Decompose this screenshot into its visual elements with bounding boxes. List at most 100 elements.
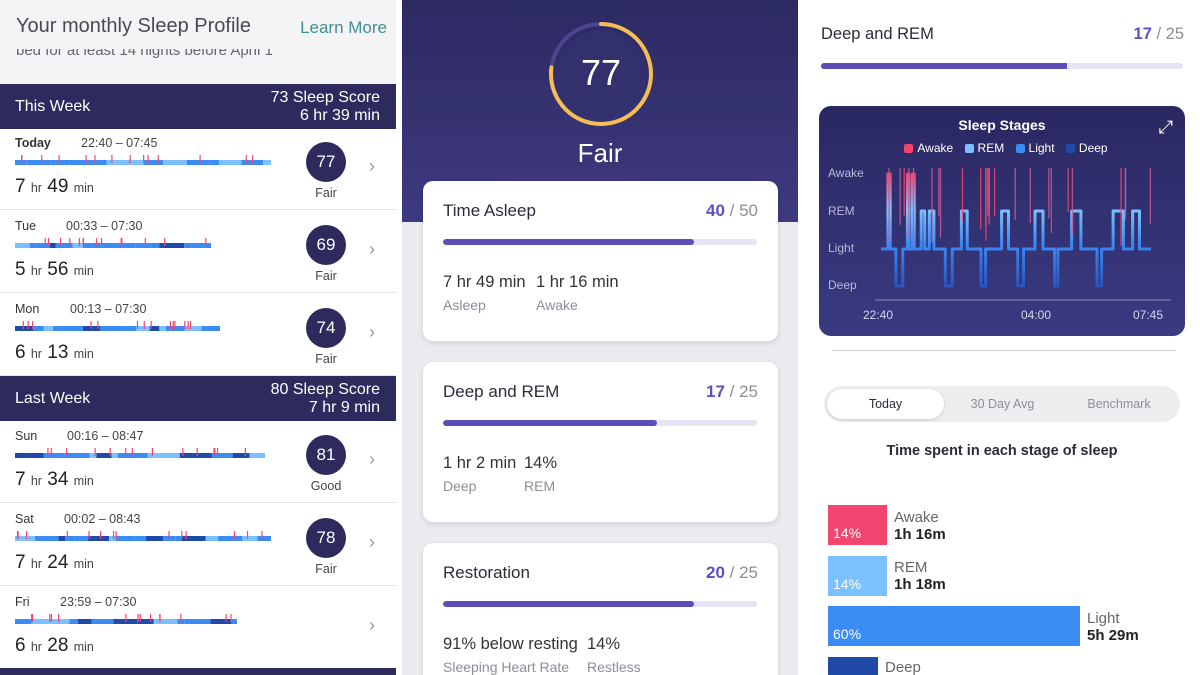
sleep-profile-subtext: bed for at least 14 nights before April … [16, 42, 273, 59]
mini-hypnogram [15, 614, 237, 624]
day-score-badge: 74 [306, 308, 346, 348]
awake-tick [41, 155, 43, 163]
awake-tick [168, 531, 170, 539]
awake-tick [85, 155, 87, 163]
deep-rem-card[interactable]: Deep and REM 17 / 25 1 hr 2 min Deep 14% R… [423, 362, 778, 522]
hypnogram-segment [139, 453, 148, 458]
chevron-right-icon: › [369, 322, 375, 342]
card-metric: 14% REM [524, 454, 558, 494]
chevron-right-icon: › [369, 615, 375, 635]
tab-today[interactable]: Today [827, 389, 944, 419]
legend-label: Deep [1078, 141, 1108, 155]
hypnogram-segment [115, 536, 135, 541]
this-week-duration: 6 hr 39 min [299, 107, 380, 124]
learn-more-link[interactable]: Learn More [300, 18, 387, 38]
awake-tick [245, 155, 247, 163]
hypnogram-segment [94, 160, 107, 165]
hypnogram-segment [184, 326, 202, 331]
y-axis-label: Light [828, 241, 855, 255]
sleep-duration: 7 hr 34 min [15, 469, 94, 490]
hypnogram-segment [52, 326, 62, 331]
stage-percent: 14% [833, 525, 862, 541]
awake-tick [225, 614, 227, 622]
restoration-card[interactable]: Restoration 20 / 25 91% below resting Sle… [423, 543, 778, 675]
day-row[interactable]: Fri 23:59 – 07:30 6 hr 28 min › [0, 587, 396, 669]
awake-tick [78, 238, 80, 246]
hypnogram-segment [69, 619, 78, 624]
awake-tick [252, 155, 254, 163]
hypnogram-segment [193, 453, 212, 458]
awake-tick [151, 448, 153, 456]
awake-tick [32, 321, 34, 329]
hypnogram-segment [116, 243, 136, 248]
card-title: Restoration [443, 563, 530, 582]
x-axis-label: 22:40 [863, 308, 894, 322]
y-axis-label: Awake [828, 166, 864, 180]
sleep-duration: 6 hr 13 min [15, 342, 94, 363]
awake-tick [187, 321, 189, 329]
awake-tick [174, 321, 176, 329]
sleep-duration: 6 hr 28 min [15, 635, 94, 656]
tab-benchmark[interactable]: Benchmark [1061, 389, 1177, 419]
awake-tick [88, 531, 90, 539]
awake-tick [111, 155, 113, 163]
day-score-rating: Fair [315, 186, 337, 200]
last-week-score: 80 Sleep Score [270, 381, 380, 398]
hypnogram-segment [257, 536, 271, 541]
this-week-score: 73 Sleep Score [270, 89, 380, 106]
awake-tick [44, 238, 46, 246]
awake-tick [136, 321, 139, 329]
hypnogram-segment [69, 160, 95, 165]
card-progress-bar [443, 420, 757, 426]
card-title: Deep and REM [443, 382, 560, 401]
hypnogram-segment [74, 536, 88, 541]
hypnogram-segment [159, 243, 185, 248]
hypnogram-segment [184, 619, 211, 624]
mini-hypnogram [15, 531, 271, 541]
hypnogram-segment [210, 619, 232, 624]
this-week-header: This Week 73 Sleep Score 6 hr 39 min [0, 84, 396, 129]
stages-legend: Awake REM Light Deep [819, 141, 1185, 155]
day-row[interactable]: Sun 00:16 – 08:47 7 hr 34 min 81 Good › [0, 421, 396, 503]
hypnogram-segment [50, 160, 70, 165]
awake-tick [22, 321, 24, 329]
time-asleep-card[interactable]: Time Asleep 40 / 50 7 hr 49 min Asleep 1 … [423, 181, 778, 341]
awake-tick [17, 531, 19, 539]
hypnogram-segment [77, 619, 92, 624]
card-metric: 91% below resting Sleeping Heart Rate [443, 635, 578, 675]
hypnogram-segment [163, 536, 170, 541]
hypnogram-segment [179, 453, 194, 458]
day-row[interactable]: Sat 00:02 – 08:43 7 hr 24 min 78 Fair › [0, 504, 396, 586]
awake-tick [131, 448, 133, 456]
hypnogram-segment [175, 536, 182, 541]
awake-tick [169, 321, 171, 329]
hypnogram-segment [65, 536, 75, 541]
hypnogram-segment [15, 453, 29, 458]
tab-30-day-avg[interactable]: 30 Day Avg [944, 389, 1061, 419]
chevron-right-icon: › [369, 239, 375, 259]
day-score-badge: 78 [306, 518, 346, 558]
expand-icon[interactable]: ⤢ [1159, 117, 1173, 138]
hypnogram-segment [31, 619, 52, 624]
awake-tick [199, 155, 201, 163]
hypnogram-segment [83, 243, 102, 248]
day-row[interactable]: Today 22:40 – 07:45 7 hr 49 min 77 Fair › [0, 128, 396, 210]
awake-tick [95, 238, 98, 246]
day-row[interactable]: Mon 00:13 – 07:30 6 hr 13 min 74 Fair › [0, 294, 396, 376]
hypnogram-segment [15, 326, 34, 331]
day-score-rating: Good [310, 479, 342, 493]
day-row[interactable]: Tue 00:33 – 07:30 5 hr 56 min 69 Fair › [0, 211, 396, 293]
legend-label: REM [977, 141, 1005, 155]
sleep-time-range: 23:59 – 07:30 [60, 595, 137, 609]
day-score-rating: Fair [315, 562, 337, 576]
section-divider [832, 350, 1176, 351]
this-week-label: This Week [15, 98, 91, 115]
sleep-duration: 5 hr 56 min [15, 259, 94, 280]
day-score-badge: 69 [306, 225, 346, 265]
awake-tick [97, 321, 99, 329]
hypnogram-segment [125, 326, 136, 331]
y-axis-label: Deep [828, 278, 857, 292]
day-label: Today [15, 136, 51, 150]
awake-tick [137, 614, 139, 622]
day-label: Tue [15, 219, 37, 233]
